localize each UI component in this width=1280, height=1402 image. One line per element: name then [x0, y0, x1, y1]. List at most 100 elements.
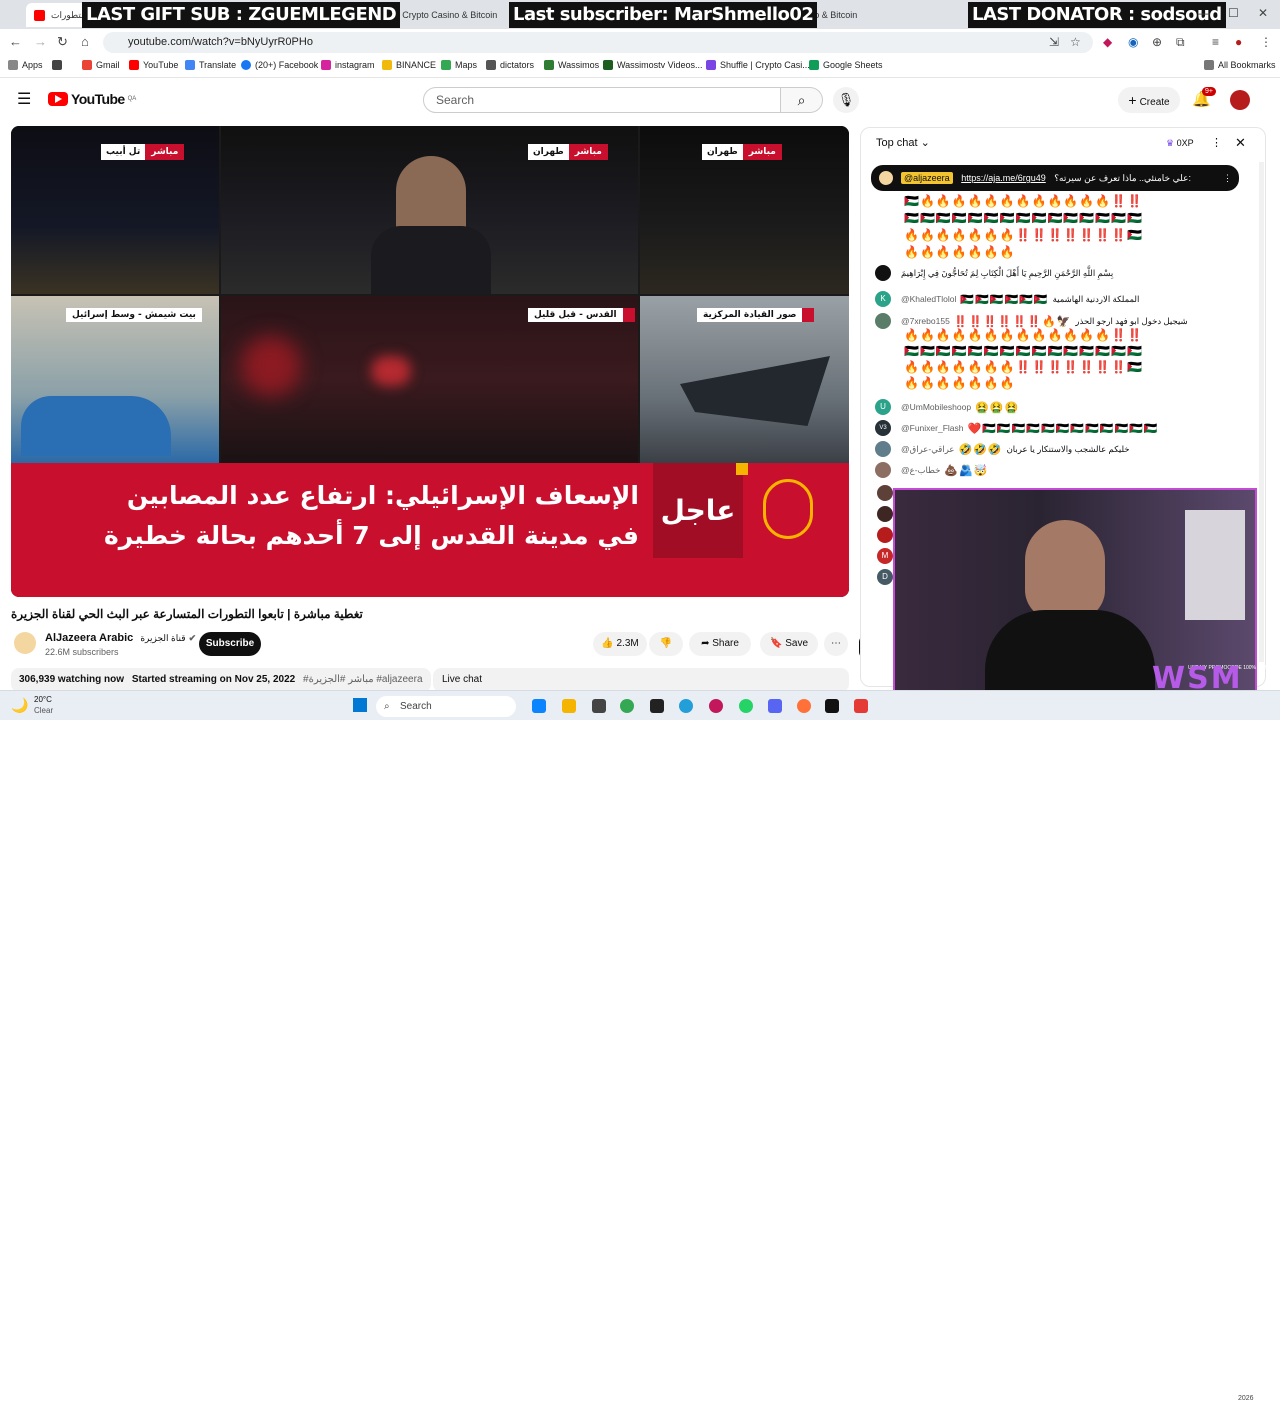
media-icon[interactable]: ≡	[1212, 35, 1219, 49]
bookmark-wassimostv[interactable]: Wassimostv Videos...	[603, 60, 703, 70]
windows-start-icon[interactable]	[353, 698, 367, 712]
chat-username[interactable]: @KhaledTlolol	[901, 294, 956, 304]
url-field[interactable]: youtube.com/watch?v=bNyUyrR0PHo	[103, 32, 1093, 53]
live-chat-section-label: Live chat	[433, 668, 849, 692]
taskbar-search[interactable]: ⌕ Search	[376, 696, 516, 717]
watching-count: 306,939 watching now	[19, 674, 125, 685]
close-chat-icon[interactable]: ✕	[1235, 128, 1246, 158]
share-button[interactable]: ➦ Share	[689, 632, 751, 656]
close-tab-icon[interactable]: ✕	[857, 10, 862, 21]
close-window-icon[interactable]: ✕	[1258, 6, 1268, 20]
extension-icon[interactable]: ◉	[1128, 35, 1138, 49]
chat-avatar: V3	[875, 420, 891, 436]
bookmark-grid[interactable]	[52, 60, 66, 70]
headline-line-2: في مدينة القدس إلى 7 أحدهم بحالة خطيرة	[103, 521, 639, 550]
chat-emojis: ❤️🇵🇸🇵🇸🇵🇸🇵🇸🇵🇸🇵🇸🇵🇸🇵🇸🇵🇸🇵🇸🇵🇸🇵🇸	[967, 422, 1159, 435]
clock-date[interactable]: 2026	[1238, 1395, 1254, 1402]
home-icon[interactable]: ⌂	[81, 34, 89, 49]
extensions-puzzle-icon[interactable]: ⧉	[1176, 35, 1185, 50]
save-button[interactable]: 🔖 Save	[760, 632, 818, 656]
bookmark-facebook[interactable]: (20+) Facebook	[241, 60, 318, 70]
like-button[interactable]: 👍 2.3M	[593, 632, 647, 656]
store-icon[interactable]	[592, 699, 606, 713]
edge-icon[interactable]	[532, 699, 546, 713]
chat-avatar	[875, 462, 891, 478]
bookmark-dictators[interactable]: dictators	[486, 60, 534, 70]
app-icon[interactable]	[709, 699, 723, 713]
bookmark-apps[interactable]: Apps	[8, 60, 43, 70]
create-button[interactable]: + Create	[1118, 87, 1180, 113]
minimize-icon[interactable]: —	[1198, 6, 1210, 20]
more-actions-button[interactable]: ⋯	[824, 632, 848, 656]
chevron-down-icon[interactable]: ⌄	[921, 137, 930, 149]
share-label: Share	[712, 638, 739, 649]
chat-scrollbar[interactable]	[1259, 162, 1264, 662]
bookmark-label: Wassimostv Videos...	[617, 60, 703, 70]
account-avatar[interactable]	[1230, 90, 1250, 110]
subscribe-button[interactable]: Subscribe	[199, 632, 261, 656]
search-button[interactable]: ⌕	[781, 87, 823, 113]
bookmark-google-sheets[interactable]: Google Sheets	[809, 60, 883, 70]
forward-icon[interactable]: →	[34, 34, 47, 49]
windows-taskbar: 🌙 20°C Clear ⌕ Search 2026	[0, 690, 1280, 1402]
bookmark-gmail[interactable]: Gmail	[82, 60, 120, 70]
obs-icon[interactable]	[650, 699, 664, 713]
extension-icon[interactable]: ⊕	[1152, 35, 1162, 49]
chat-username[interactable]: @عراقي-عراق	[901, 444, 954, 455]
chat-menu-icon[interactable]: ⋮	[1211, 128, 1222, 158]
pinned-message[interactable]: @aljazeera https://aja.me/6rgu49 علي خام…	[871, 165, 1239, 191]
bookmark-translate[interactable]: Translate	[185, 60, 236, 70]
chat-mode-dropdown[interactable]: Top chat	[876, 137, 918, 149]
hamburger-menu-icon[interactable]: ☰	[17, 89, 31, 109]
dislike-button[interactable]: 👎	[649, 632, 683, 656]
chat-avatar	[875, 441, 891, 457]
pinned-link[interactable]: https://aja.me/6rgu49	[961, 173, 1046, 183]
chat-username[interactable]: @UmMobileshoop	[901, 402, 971, 412]
app-icon[interactable]	[825, 699, 839, 713]
discord-icon[interactable]	[768, 699, 782, 713]
all-bookmarks[interactable]: All Bookmarks	[1204, 60, 1276, 70]
feed-beit-shemesh: بيت شيمش - وسط إسرائيل	[11, 296, 219, 463]
door-shape	[1185, 510, 1245, 620]
chrome-icon[interactable]	[620, 699, 634, 713]
install-app-icon[interactable]: ⇲	[1049, 35, 1059, 49]
chat-username[interactable]: @7xrebo155	[901, 316, 950, 326]
bookmark-instagram[interactable]: instagram	[321, 60, 375, 70]
bookmark-binance[interactable]: BINANCE	[382, 60, 436, 70]
pinned-menu-icon[interactable]: ⋮	[1223, 165, 1232, 191]
bookmark-label: instagram	[335, 60, 375, 70]
browser-menu-icon[interactable]: ⋮	[1260, 35, 1272, 49]
back-icon[interactable]: ←	[9, 34, 22, 49]
xp-badge[interactable]: ♛ 0XP	[1166, 128, 1194, 158]
voice-search-button[interactable]: 🎙	[833, 87, 859, 113]
bookmark-star-icon[interactable]: ☆	[1070, 35, 1081, 49]
reload-icon[interactable]: ↻	[57, 34, 68, 50]
bookmark-youtube[interactable]: YouTube	[129, 60, 178, 70]
bookmark-maps[interactable]: Maps	[441, 60, 477, 70]
chat-username[interactable]: @Funixer_Flash	[901, 423, 963, 433]
chat-avatar: M	[877, 548, 893, 564]
whatsapp-icon[interactable]	[739, 699, 753, 713]
temperature[interactable]: 20°C	[34, 695, 52, 704]
app-icon[interactable]	[854, 699, 868, 713]
extension-icon[interactable]: ◆	[1103, 35, 1112, 49]
channel-name-row[interactable]: AlJazeera Arabic قناة الجزيرة ✔	[45, 632, 196, 644]
notifications-button[interactable]: 🔔 9+	[1192, 87, 1216, 108]
close-tab-icon[interactable]: ✕	[497, 10, 502, 21]
file-explorer-icon[interactable]	[562, 699, 576, 713]
maximize-icon[interactable]: ☐	[1228, 6, 1239, 20]
youtube-logo[interactable]: YouTube QA	[48, 91, 136, 107]
channel-avatar[interactable]	[14, 632, 36, 654]
search-input[interactable]: Search	[423, 87, 781, 113]
firefox-icon[interactable]	[797, 699, 811, 713]
video-player[interactable]: تل أبيب مباشر طهران مباشر طهران مباشر بيت ش…	[11, 126, 849, 597]
overlay-last-subscriber: Last subscriber: MarShmello02	[509, 2, 818, 28]
hashtags[interactable]: #مباشر #الجزيرة #aljazeera	[303, 674, 422, 685]
chat-username[interactable]: @خطاب-ع	[901, 465, 940, 476]
telegram-icon[interactable]	[679, 699, 693, 713]
profile-avatar-icon[interactable]: ●	[1235, 35, 1242, 49]
bookmark-shuffle[interactable]: Shuffle | Crypto Casi...	[706, 60, 810, 70]
car-shape	[21, 396, 171, 456]
facebook-icon	[241, 60, 251, 70]
bookmark-wassimos[interactable]: Wassimos	[544, 60, 599, 70]
